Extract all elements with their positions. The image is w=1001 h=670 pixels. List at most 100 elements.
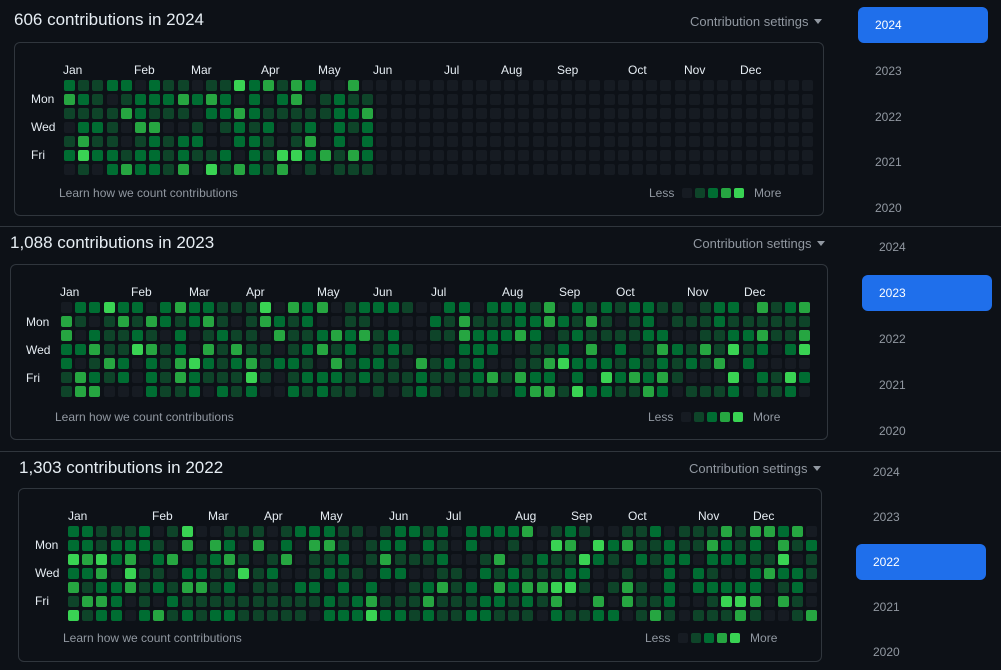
contribution-day[interactable] bbox=[447, 80, 459, 91]
contribution-day[interactable] bbox=[692, 568, 704, 579]
contribution-day[interactable] bbox=[92, 122, 104, 133]
contribution-day[interactable] bbox=[248, 150, 260, 161]
contribution-day[interactable] bbox=[543, 344, 555, 355]
contribution-day[interactable] bbox=[536, 526, 548, 537]
contribution-day[interactable] bbox=[174, 316, 186, 327]
contribution-day[interactable] bbox=[472, 358, 484, 369]
contribution-day[interactable] bbox=[106, 108, 118, 119]
contribution-day[interactable] bbox=[546, 80, 558, 91]
contribution-day[interactable] bbox=[191, 94, 203, 105]
contribution-day[interactable] bbox=[475, 122, 487, 133]
contribution-day[interactable] bbox=[234, 108, 246, 119]
contribution-day[interactable] bbox=[660, 164, 672, 175]
contribution-day[interactable] bbox=[404, 80, 416, 91]
contribution-day[interactable] bbox=[575, 80, 587, 91]
contribution-day[interactable] bbox=[749, 610, 761, 621]
contribution-day[interactable] bbox=[78, 150, 90, 161]
contribution-day[interactable] bbox=[532, 94, 544, 105]
contribution-day[interactable] bbox=[376, 122, 388, 133]
contribution-day[interactable] bbox=[82, 582, 94, 593]
contribution-day[interactable] bbox=[387, 302, 399, 313]
contribution-day[interactable] bbox=[348, 122, 359, 133]
contribution-day[interactable] bbox=[621, 568, 633, 579]
contribution-day[interactable] bbox=[231, 386, 243, 397]
contribution-day[interactable] bbox=[323, 554, 335, 565]
year-button-2023[interactable]: 2023 bbox=[862, 275, 992, 311]
contribution-day[interactable] bbox=[206, 164, 217, 175]
contribution-day[interactable] bbox=[749, 526, 761, 537]
contribution-day[interactable] bbox=[61, 302, 72, 313]
contribution-day[interactable] bbox=[465, 582, 477, 593]
contribution-day[interactable] bbox=[295, 596, 307, 607]
contribution-day[interactable] bbox=[543, 302, 555, 313]
contribution-day[interactable] bbox=[565, 540, 576, 551]
contribution-day[interactable] bbox=[575, 122, 587, 133]
contribution-day[interactable] bbox=[518, 122, 530, 133]
contribution-day[interactable] bbox=[504, 108, 516, 119]
contribution-day[interactable] bbox=[277, 150, 288, 161]
contribution-day[interactable] bbox=[771, 386, 782, 397]
contribution-day[interactable] bbox=[96, 582, 108, 593]
contribution-day[interactable] bbox=[352, 554, 363, 565]
contribution-day[interactable] bbox=[714, 344, 726, 355]
contribution-day[interactable] bbox=[160, 330, 172, 341]
contribution-day[interactable] bbox=[224, 582, 236, 593]
contribution-day[interactable] bbox=[778, 540, 789, 551]
contribution-day[interactable] bbox=[139, 554, 150, 565]
contribution-day[interactable] bbox=[252, 582, 264, 593]
learn-how-link[interactable]: Learn how we count contributions bbox=[63, 631, 242, 645]
year-button-2020[interactable]: 2020 bbox=[862, 413, 992, 449]
contribution-day[interactable] bbox=[160, 386, 172, 397]
contribution-day[interactable] bbox=[419, 122, 430, 133]
contribution-day[interactable] bbox=[674, 94, 686, 105]
contribution-day[interactable] bbox=[703, 164, 714, 175]
contribution-day[interactable] bbox=[266, 596, 278, 607]
contribution-day[interactable] bbox=[394, 540, 406, 551]
contribution-day[interactable] bbox=[106, 164, 118, 175]
contribution-day[interactable] bbox=[64, 94, 75, 105]
contribution-day[interactable] bbox=[785, 316, 797, 327]
contribution-day[interactable] bbox=[671, 302, 683, 313]
contribution-day[interactable] bbox=[572, 372, 584, 383]
contribution-day[interactable] bbox=[678, 526, 690, 537]
contribution-day[interactable] bbox=[262, 150, 274, 161]
contribution-day[interactable] bbox=[714, 330, 726, 341]
contribution-day[interactable] bbox=[238, 596, 250, 607]
contribution-day[interactable] bbox=[572, 316, 584, 327]
contribution-day[interactable] bbox=[508, 568, 520, 579]
contribution-day[interactable] bbox=[501, 302, 513, 313]
contribution-day[interactable] bbox=[472, 386, 484, 397]
contribution-day[interactable] bbox=[305, 136, 317, 147]
contribution-day[interactable] bbox=[316, 330, 328, 341]
contribution-day[interactable] bbox=[785, 358, 797, 369]
contribution-day[interactable] bbox=[717, 108, 729, 119]
contribution-day[interactable] bbox=[717, 150, 729, 161]
contribution-day[interactable] bbox=[281, 582, 292, 593]
year-button-2024[interactable]: 2024 bbox=[858, 7, 988, 43]
contribution-day[interactable] bbox=[536, 540, 548, 551]
contribution-day[interactable] bbox=[167, 540, 179, 551]
contribution-day[interactable] bbox=[390, 94, 402, 105]
contribution-day[interactable] bbox=[362, 150, 374, 161]
contribution-day[interactable] bbox=[504, 164, 516, 175]
contribution-day[interactable] bbox=[75, 344, 87, 355]
contribution-day[interactable] bbox=[167, 568, 179, 579]
contribution-day[interactable] bbox=[707, 610, 718, 621]
contribution-day[interactable] bbox=[373, 344, 385, 355]
contribution-day[interactable] bbox=[490, 122, 501, 133]
contribution-day[interactable] bbox=[629, 344, 640, 355]
contribution-day[interactable] bbox=[802, 80, 814, 91]
contribution-day[interactable] bbox=[742, 358, 754, 369]
contribution-day[interactable] bbox=[745, 136, 757, 147]
contribution-day[interactable] bbox=[394, 554, 406, 565]
contribution-day[interactable] bbox=[671, 386, 683, 397]
contribution-day[interactable] bbox=[575, 94, 587, 105]
contribution-day[interactable] bbox=[472, 372, 484, 383]
contribution-day[interactable] bbox=[146, 302, 158, 313]
contribution-day[interactable] bbox=[366, 526, 378, 537]
contribution-day[interactable] bbox=[309, 582, 321, 593]
contribution-day[interactable] bbox=[458, 302, 470, 313]
contribution-day[interactable] bbox=[231, 302, 243, 313]
contribution-day[interactable] bbox=[135, 80, 146, 91]
contribution-day[interactable] bbox=[149, 94, 161, 105]
